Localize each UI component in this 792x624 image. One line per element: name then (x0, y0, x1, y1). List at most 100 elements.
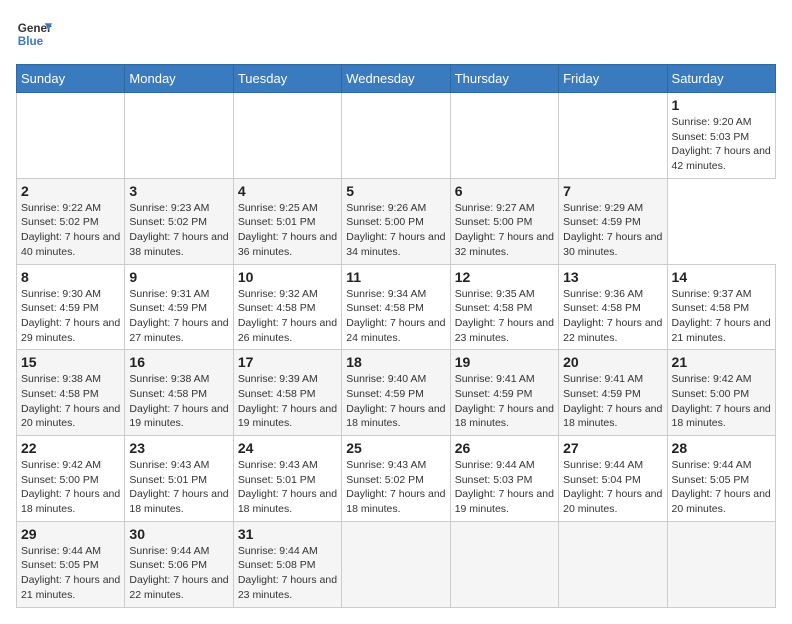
day-info: Sunrise: 9:42 AMSunset: 5:00 PMDaylight:… (21, 458, 120, 517)
calendar-day-cell: 3Sunrise: 9:23 AMSunset: 5:02 PMDaylight… (125, 178, 233, 264)
day-number: 14 (672, 269, 771, 285)
day-number: 2 (21, 183, 120, 199)
weekday-header-row: SundayMondayTuesdayWednesdayThursdayFrid… (17, 65, 776, 93)
calendar-week-row: 15 Sunrise: 9:38 AMSunset: 4:58 PMDayligh… (17, 350, 776, 436)
day-number: 1 (672, 97, 771, 113)
calendar-week-row: 2 Sunrise: 9:22 AMSunset: 5:02 PMDaylight… (17, 178, 776, 264)
day-info: Sunrise: 9:44 AMSunset: 5:05 PMDaylight:… (21, 544, 120, 603)
calendar-day-cell: 7Sunrise: 9:29 AMSunset: 4:59 PMDaylight… (559, 178, 667, 264)
empty-cell (559, 93, 667, 179)
calendar-day-cell: 27Sunrise: 9:44 AMSunset: 5:04 PMDayligh… (559, 436, 667, 522)
day-number: 10 (238, 269, 337, 285)
day-info: Sunrise: 9:44 AMSunset: 5:08 PMDaylight:… (238, 544, 337, 603)
day-number: 13 (563, 269, 662, 285)
calendar-week-row: 29 Sunrise: 9:44 AMSunset: 5:05 PMDayligh… (17, 521, 776, 607)
calendar-day-cell: 30 Sunrise: 9:44 AMSunset: 5:06 PMDayligh… (125, 521, 233, 607)
calendar-day-cell: 11 Sunrise: 9:34 AMSunset: 4:58 PMDayligh… (342, 264, 450, 350)
day-info: Sunrise: 9:38 AMSunset: 4:58 PMDaylight:… (21, 372, 120, 431)
day-info: Sunrise: 9:34 AMSunset: 4:58 PMDaylight:… (346, 287, 445, 346)
day-info: Sunrise: 9:44 AMSunset: 5:05 PMDaylight:… (672, 458, 771, 517)
day-number: 3 (129, 183, 228, 199)
calendar-body: 1Sunrise: 9:20 AMSunset: 5:03 PMDaylight… (17, 93, 776, 608)
day-number: 30 (129, 526, 228, 542)
weekday-header-sunday: Sunday (17, 65, 125, 93)
empty-cell (559, 521, 667, 607)
day-number: 8 (21, 269, 120, 285)
day-number: 31 (238, 526, 337, 542)
calendar-day-cell: 17Sunrise: 9:39 AMSunset: 4:58 PMDayligh… (233, 350, 341, 436)
logo: General Blue (16, 16, 52, 52)
day-info: Sunrise: 9:32 AMSunset: 4:58 PMDaylight:… (238, 287, 337, 346)
day-info: Sunrise: 9:43 AMSunset: 5:02 PMDaylight:… (346, 458, 445, 517)
day-info: Sunrise: 9:36 AMSunset: 4:58 PMDaylight:… (563, 287, 662, 346)
day-info: Sunrise: 9:31 AMSunset: 4:59 PMDaylight:… (129, 287, 228, 346)
day-number: 20 (563, 354, 662, 370)
day-number: 29 (21, 526, 120, 542)
empty-cell (450, 521, 558, 607)
calendar-day-cell: 5 Sunrise: 9:26 AMSunset: 5:00 PMDaylight… (342, 178, 450, 264)
calendar-week-row: 8 Sunrise: 9:30 AMSunset: 4:59 PMDaylight… (17, 264, 776, 350)
day-number: 15 (21, 354, 120, 370)
day-info: Sunrise: 9:35 AMSunset: 4:58 PMDaylight:… (455, 287, 554, 346)
day-number: 6 (455, 183, 554, 199)
day-info: Sunrise: 9:25 AMSunset: 5:01 PMDaylight:… (238, 201, 337, 260)
calendar-day-cell: 12 Sunrise: 9:35 AMSunset: 4:58 PMDayligh… (450, 264, 558, 350)
day-info: Sunrise: 9:43 AMSunset: 5:01 PMDaylight:… (129, 458, 228, 517)
calendar-day-cell: 25 Sunrise: 9:43 AMSunset: 5:02 PMDayligh… (342, 436, 450, 522)
empty-cell (667, 521, 775, 607)
calendar-day-cell: 1Sunrise: 9:20 AMSunset: 5:03 PMDaylight… (667, 93, 775, 179)
day-number: 17 (238, 354, 337, 370)
day-number: 21 (672, 354, 771, 370)
calendar-day-cell: 10 Sunrise: 9:32 AMSunset: 4:58 PMDayligh… (233, 264, 341, 350)
day-number: 28 (672, 440, 771, 456)
day-info: Sunrise: 9:30 AMSunset: 4:59 PMDaylight:… (21, 287, 120, 346)
calendar-day-cell: 21Sunrise: 9:42 AMSunset: 5:00 PMDayligh… (667, 350, 775, 436)
calendar-day-cell: 6Sunrise: 9:27 AMSunset: 5:00 PMDaylight… (450, 178, 558, 264)
day-info: Sunrise: 9:44 AMSunset: 5:06 PMDaylight:… (129, 544, 228, 603)
calendar-day-cell: 8 Sunrise: 9:30 AMSunset: 4:59 PMDaylight… (17, 264, 125, 350)
day-number: 26 (455, 440, 554, 456)
day-number: 22 (21, 440, 120, 456)
calendar-table: SundayMondayTuesdayWednesdayThursdayFrid… (16, 64, 776, 608)
day-info: Sunrise: 9:37 AMSunset: 4:58 PMDaylight:… (672, 287, 771, 346)
svg-text:Blue: Blue (18, 35, 44, 48)
calendar-day-cell: 15 Sunrise: 9:38 AMSunset: 4:58 PMDayligh… (17, 350, 125, 436)
day-number: 19 (455, 354, 554, 370)
empty-cell (342, 93, 450, 179)
weekday-header-wednesday: Wednesday (342, 65, 450, 93)
day-number: 25 (346, 440, 445, 456)
calendar-day-cell: 28 Sunrise: 9:44 AMSunset: 5:05 PMDayligh… (667, 436, 775, 522)
weekday-header-friday: Friday (559, 65, 667, 93)
empty-cell (17, 93, 125, 179)
day-number: 23 (129, 440, 228, 456)
day-info: Sunrise: 9:22 AMSunset: 5:02 PMDaylight:… (21, 201, 120, 260)
day-number: 12 (455, 269, 554, 285)
day-info: Sunrise: 9:29 AMSunset: 4:59 PMDaylight:… (563, 201, 662, 260)
weekday-header-thursday: Thursday (450, 65, 558, 93)
empty-cell (125, 93, 233, 179)
calendar-week-row: 1Sunrise: 9:20 AMSunset: 5:03 PMDaylight… (17, 93, 776, 179)
calendar-day-cell: 29 Sunrise: 9:44 AMSunset: 5:05 PMDayligh… (17, 521, 125, 607)
calendar-day-cell: 13 Sunrise: 9:36 AMSunset: 4:58 PMDayligh… (559, 264, 667, 350)
day-number: 18 (346, 354, 445, 370)
day-number: 5 (346, 183, 445, 199)
weekday-header-monday: Monday (125, 65, 233, 93)
day-number: 4 (238, 183, 337, 199)
day-info: Sunrise: 9:44 AMSunset: 5:04 PMDaylight:… (563, 458, 662, 517)
page-header: General Blue (16, 16, 776, 52)
calendar-day-cell: 20Sunrise: 9:41 AMSunset: 4:59 PMDayligh… (559, 350, 667, 436)
weekday-header-tuesday: Tuesday (233, 65, 341, 93)
logo-icon: General Blue (16, 16, 52, 52)
day-number: 9 (129, 269, 228, 285)
calendar-day-cell: 9 Sunrise: 9:31 AMSunset: 4:59 PMDaylight… (125, 264, 233, 350)
day-info: Sunrise: 9:40 AMSunset: 4:59 PMDaylight:… (346, 372, 445, 431)
day-info: Sunrise: 9:38 AMSunset: 4:58 PMDaylight:… (129, 372, 228, 431)
day-info: Sunrise: 9:26 AMSunset: 5:00 PMDaylight:… (346, 201, 445, 260)
calendar-day-cell: 24Sunrise: 9:43 AMSunset: 5:01 PMDayligh… (233, 436, 341, 522)
calendar-day-cell: 2 Sunrise: 9:22 AMSunset: 5:02 PMDaylight… (17, 178, 125, 264)
calendar-day-cell: 26Sunrise: 9:44 AMSunset: 5:03 PMDayligh… (450, 436, 558, 522)
day-number: 24 (238, 440, 337, 456)
day-number: 11 (346, 269, 445, 285)
day-info: Sunrise: 9:41 AMSunset: 4:59 PMDaylight:… (455, 372, 554, 431)
calendar-day-cell: 31 Sunrise: 9:44 AMSunset: 5:08 PMDayligh… (233, 521, 341, 607)
